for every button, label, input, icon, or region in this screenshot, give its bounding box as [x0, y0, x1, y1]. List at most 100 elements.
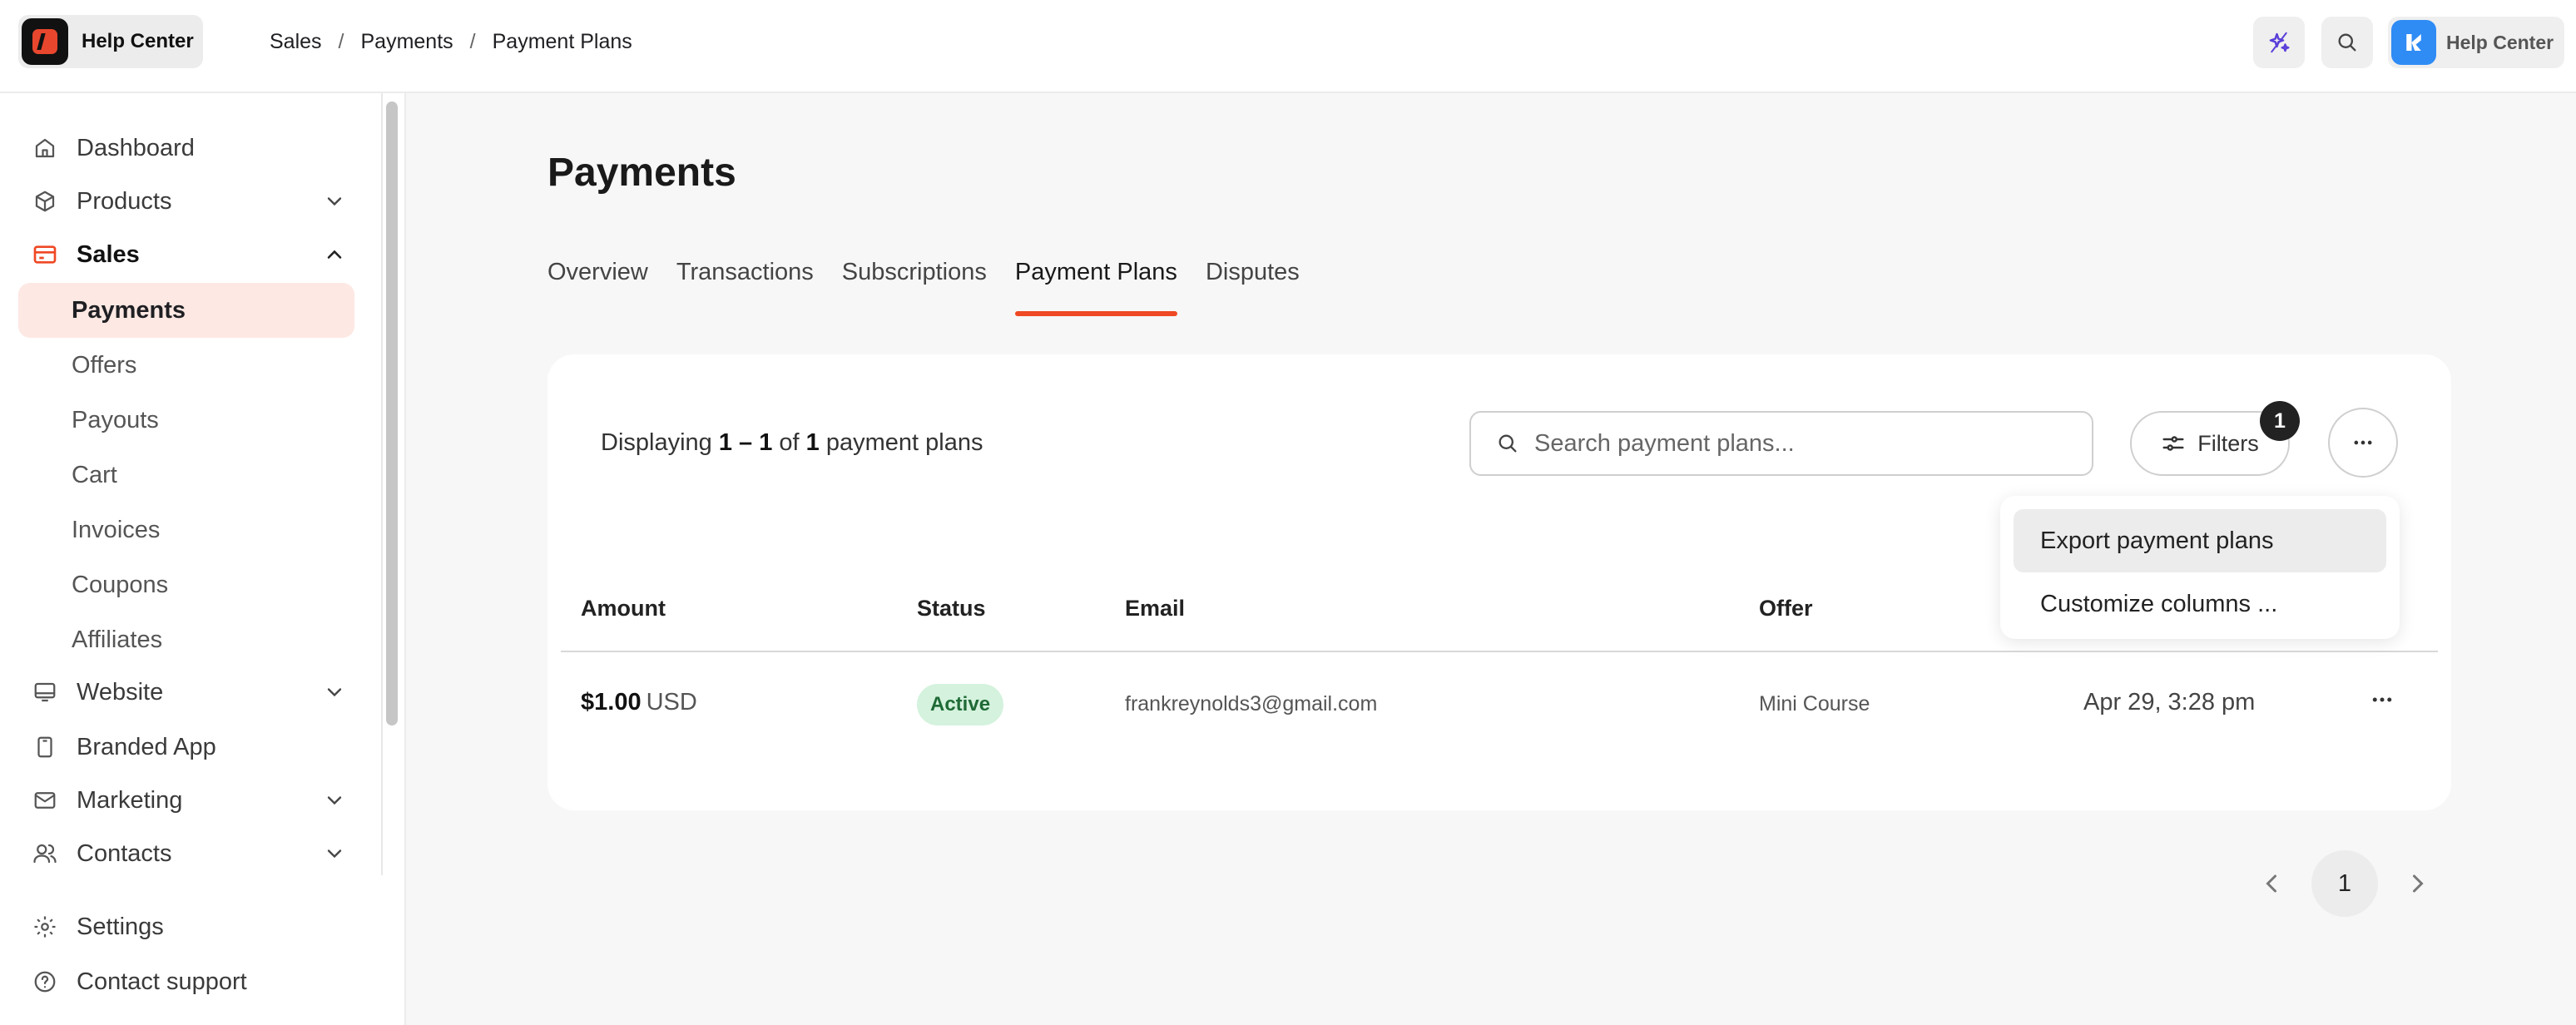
sidebar-item-label: Settings: [77, 914, 164, 941]
tab-bar: Overview Transactions Subscriptions Paym…: [547, 250, 1328, 316]
sidebar-item-label: Dashboard: [77, 135, 195, 162]
sidebar-item-label: Branded App: [77, 734, 216, 761]
more-horizontal-icon: [2370, 687, 2395, 712]
filters-label: Filters: [2197, 431, 2259, 457]
brand-switcher[interactable]: Help Center: [18, 15, 203, 68]
menu-item-customize-columns[interactable]: Customize columns ...: [2014, 572, 2386, 636]
sidebar-nav: Dashboard Products Sales Payments Offers…: [0, 93, 383, 875]
sidebar-item-label: Contact support: [77, 968, 247, 996]
breadcrumb-separator: /: [339, 30, 344, 54]
search-icon: [1496, 432, 1519, 455]
chevron-up-icon: [323, 243, 346, 266]
help-center-label: Help Center: [2446, 32, 2554, 54]
help-center-switcher[interactable]: Help Center: [2388, 17, 2564, 68]
ai-assistant-button[interactable]: [2253, 17, 2305, 68]
sliders-icon: [2161, 431, 2186, 456]
row-email: frankreynolds3@gmail.com: [1125, 692, 1377, 716]
monitor-icon: [28, 676, 62, 709]
sidebar-item-products[interactable]: Products: [18, 175, 354, 228]
column-header-email[interactable]: Email: [1125, 596, 1185, 621]
results-prefix: Displaying: [601, 429, 712, 456]
phone-icon: [28, 730, 62, 764]
brand-name: Help Center: [82, 30, 194, 53]
chevron-down-icon: [323, 789, 346, 812]
results-count: Displaying 1 – 1 of 1 payment plans: [601, 429, 983, 457]
sidebar-item-contact-support[interactable]: Contact support: [18, 955, 354, 1008]
sidebar: Dashboard Products Sales Payments Offers…: [0, 93, 406, 1025]
sidebar-subitem-coupons[interactable]: Coupons: [18, 557, 354, 612]
sidebar-item-label: Contacts: [77, 840, 171, 868]
sparkle-icon: [2266, 30, 2291, 55]
mail-icon: [28, 784, 62, 817]
row-offer: Mini Course: [1759, 692, 1870, 716]
chevron-down-icon: [323, 842, 346, 865]
table-header-divider: [561, 651, 2438, 652]
results-range: 1 – 1: [719, 429, 773, 456]
sidebar-item-settings[interactable]: Settings: [18, 900, 354, 953]
sidebar-subitem-cart[interactable]: Cart: [18, 448, 354, 503]
payment-plans-card: Displaying 1 – 1 of 1 payment plans Filt…: [547, 354, 2451, 810]
tab-disputes[interactable]: Disputes: [1206, 250, 1300, 316]
chevron-left-icon: [2256, 869, 2286, 899]
sidebar-item-label: Sales: [77, 241, 140, 269]
more-options-menu: Export payment plans Customize columns .…: [2000, 496, 2400, 639]
tab-payment-plans[interactable]: Payment Plans: [1015, 250, 1177, 316]
column-header-offer[interactable]: Offer: [1759, 596, 1813, 621]
breadcrumb: Sales / Payments / Payment Plans: [270, 0, 632, 83]
sidebar-item-dashboard[interactable]: Dashboard: [18, 121, 354, 175]
column-header-status[interactable]: Status: [917, 596, 986, 621]
sidebar-subitem-payments[interactable]: Payments: [18, 283, 354, 338]
results-of: of: [779, 429, 799, 456]
help-circle-icon: [28, 965, 62, 998]
menu-item-export-payment-plans[interactable]: Export payment plans: [2014, 509, 2386, 572]
search-box: [1469, 411, 2093, 476]
amount-value: $1.00: [581, 689, 642, 716]
next-page-button[interactable]: [2403, 869, 2433, 903]
brand-logo-icon: [22, 18, 68, 65]
sidebar-item-contacts[interactable]: Contacts: [18, 827, 354, 880]
chevron-down-icon: [323, 190, 346, 213]
breadcrumb-sales[interactable]: Sales: [270, 30, 322, 54]
tab-transactions[interactable]: Transactions: [676, 250, 814, 316]
sidebar-item-label: Marketing: [77, 787, 182, 815]
top-bar: Help Center Sales / Payments / Payment P…: [0, 0, 2576, 93]
chevron-down-icon: [323, 681, 346, 704]
row-actions-button[interactable]: [2370, 687, 2395, 716]
search-button[interactable]: [2321, 17, 2373, 68]
sidebar-scrollbar[interactable]: [386, 102, 398, 725]
users-icon: [28, 837, 62, 870]
help-center-logo-icon: [2391, 20, 2436, 65]
page-title: Payments: [547, 150, 736, 196]
row-amount: $1.00USD: [581, 689, 697, 716]
row-date: Apr 29, 3:28 pm: [2083, 689, 2255, 716]
sidebar-item-label: Products: [77, 188, 171, 215]
search-icon: [2336, 31, 2359, 54]
sidebar-item-marketing[interactable]: Marketing: [18, 774, 354, 827]
tab-overview[interactable]: Overview: [547, 250, 648, 316]
tab-subscriptions[interactable]: Subscriptions: [842, 250, 987, 316]
gear-icon: [28, 910, 62, 943]
sidebar-item-label: Website: [77, 679, 163, 706]
credit-card-icon: [28, 238, 62, 271]
sidebar-item-sales[interactable]: Sales: [18, 228, 354, 281]
chevron-right-icon: [2403, 869, 2433, 899]
sidebar-subitem-offers[interactable]: Offers: [18, 338, 354, 393]
home-icon: [28, 131, 62, 165]
more-options-button[interactable]: [2328, 408, 2398, 478]
search-input[interactable]: [1534, 430, 2067, 458]
breadcrumb-payments[interactable]: Payments: [361, 30, 453, 54]
results-suffix: payment plans: [826, 429, 983, 456]
results-total: 1: [806, 429, 820, 456]
sidebar-item-branded-app[interactable]: Branded App: [18, 720, 354, 774]
page-number-button[interactable]: 1: [2311, 850, 2378, 917]
breadcrumb-payment-plans: Payment Plans: [493, 30, 632, 54]
sidebar-item-website[interactable]: Website: [18, 666, 354, 719]
sidebar-subitem-invoices[interactable]: Invoices: [18, 503, 354, 557]
more-horizontal-icon: [2351, 431, 2375, 454]
sidebar-subitem-payouts[interactable]: Payouts: [18, 393, 354, 448]
previous-page-button[interactable]: [2256, 869, 2286, 903]
amount-currency: USD: [646, 689, 697, 716]
sidebar-subitem-affiliates[interactable]: Affiliates: [18, 612, 354, 667]
status-badge: Active: [917, 684, 1003, 725]
column-header-amount[interactable]: Amount: [581, 596, 666, 621]
